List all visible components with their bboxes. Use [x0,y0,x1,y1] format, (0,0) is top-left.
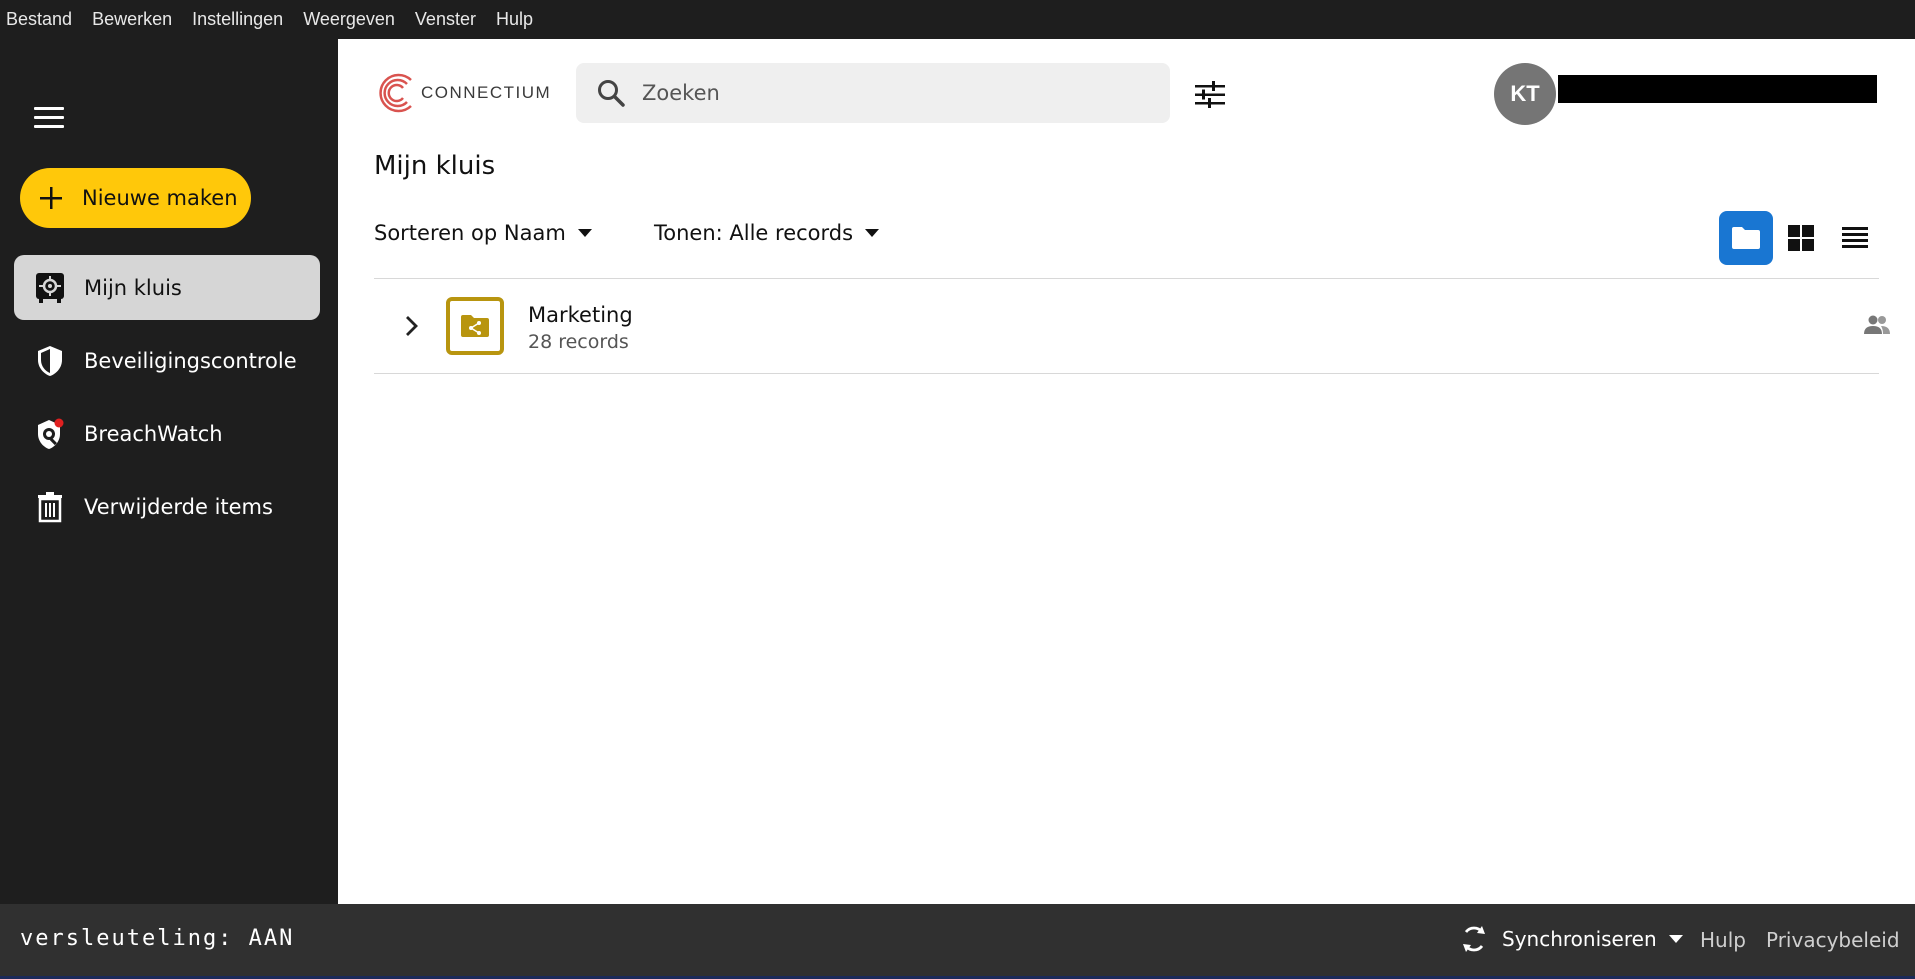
search-input[interactable] [642,81,1142,105]
caret-down-icon [577,229,592,237]
divider [374,373,1879,374]
privacy-policy-link[interactable]: Privacybeleid [1766,928,1900,952]
show-label: Tonen: Alle records [654,221,854,245]
new-item-button[interactable]: Nieuwe maken [20,168,251,228]
sync-label: Synchroniseren [1502,927,1657,951]
sort-label: Sorteren op Naam [374,221,566,245]
caret-down-icon [1668,935,1683,943]
sidebar-item-label: BreachWatch [84,421,223,446]
sync-icon [1463,926,1485,952]
sidebar-item-security-audit[interactable]: Beveiligingscontrole [14,328,320,393]
folder-record-count: 28 records [528,331,629,353]
shared-folder-icon [446,297,504,355]
status-bar: versleuteling: AAN Synchroniseren Hulp P… [0,904,1915,976]
user-avatar[interactable]: KT [1494,63,1556,125]
sidebar: Nieuwe maken Mijn kluis Beveiligingscont… [0,39,338,904]
app-logo: CONNECTIUM [373,70,551,116]
app-window: Bestand Bewerken Instellingen Weergeven … [0,0,1915,979]
sidebar-item-label: Mijn kluis [84,275,182,300]
connectium-logo-icon [379,73,412,113]
menu-instellingen[interactable]: Instellingen [192,0,283,39]
page-title: Mijn kluis [374,151,496,181]
main-content: CONNECTIUM KT Mijn kluis Sorteren op Naa… [338,39,1915,904]
sidebar-item-label: Beveiligingscontrole [84,348,297,373]
help-link[interactable]: Hulp [1700,928,1746,952]
encryption-status: versleuteling: AAN [20,926,295,951]
shield-icon [34,345,66,377]
vault-icon [34,272,66,304]
menu-venster[interactable]: Venster [415,0,476,39]
new-item-label: Nieuwe maken [82,186,238,210]
list-view-button[interactable] [1828,211,1882,265]
menu-bestand[interactable]: Bestand [6,0,72,39]
shared-users-icon [1864,315,1890,334]
sidebar-item-deleted-items[interactable]: Verwijderde items [14,474,320,539]
chevron-right-icon[interactable] [404,314,420,338]
folder-row-marketing[interactable]: Marketing 28 records [374,279,1890,373]
plus-icon [40,187,62,209]
breachwatch-icon [34,418,66,450]
hamburger-menu-icon[interactable] [34,107,64,129]
grid-icon [1788,225,1814,251]
list-icon [1842,227,1868,248]
sidebar-item-breachwatch[interactable]: BreachWatch [14,401,320,466]
sidebar-item-my-vault[interactable]: Mijn kluis [14,255,320,320]
caret-down-icon [865,229,880,237]
folder-name: Marketing [528,303,633,327]
brand-name: CONNECTIUM [421,83,552,102]
sidebar-item-label: Verwijderde items [84,494,273,519]
sort-dropdown[interactable]: Sorteren op Naam [374,221,592,245]
menu-weergeven[interactable]: Weergeven [303,0,395,39]
menu-bewerken[interactable]: Bewerken [92,0,172,39]
search-icon [598,80,625,107]
sync-dropdown[interactable]: Synchroniseren [1460,924,1683,954]
grid-view-button[interactable] [1774,211,1828,265]
redacted-user-name [1558,75,1877,103]
menu-hulp[interactable]: Hulp [496,0,533,39]
menu-bar: Bestand Bewerken Instellingen Weergeven … [0,0,1915,39]
trash-icon [34,491,66,523]
show-filter-dropdown[interactable]: Tonen: Alle records [654,221,880,245]
search-bar[interactable] [576,63,1170,123]
folder-icon [1732,227,1760,249]
filter-settings-icon[interactable] [1193,79,1227,111]
folder-view-button[interactable] [1719,211,1773,265]
